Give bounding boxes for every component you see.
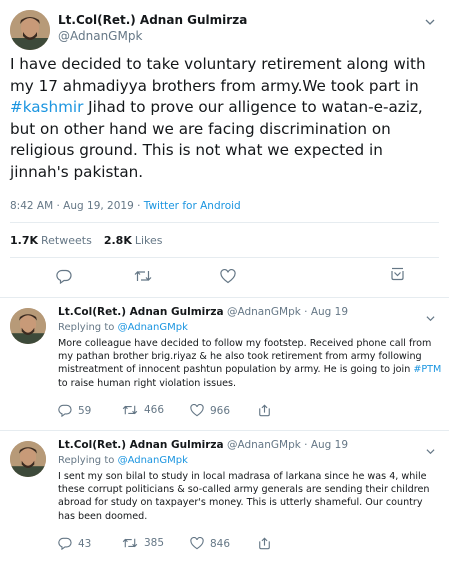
likes-label: Likes	[134, 234, 163, 247]
timestamp[interactable]: 8:42 AM · Aug 19, 2019 ·	[10, 200, 144, 212]
main-tweet: Lt.Col(Ret.) Adnan Gulmirza @AdnanGMpk I…	[0, 0, 449, 298]
hashtag-link[interactable]: #kashmir	[10, 98, 83, 116]
tweet-text-part: I have decided to take voluntary retirem…	[10, 55, 426, 95]
chevron-down-icon[interactable]	[426, 441, 435, 455]
chevron-down-icon[interactable]	[426, 308, 435, 322]
like-count: 846	[210, 537, 231, 550]
retweets-stat[interactable]: 1.7K Retweets	[10, 234, 92, 247]
reply-actions: 59 466 966	[0, 404, 449, 420]
reply-tweet[interactable]: Lt.Col(Ret.) Adnan Gulmirza @AdnanGMpk ·…	[0, 431, 449, 564]
like-button[interactable]: 846	[190, 537, 230, 550]
retweet-icon	[122, 405, 138, 415]
author-name[interactable]: Lt.Col(Ret.) Adnan Gulmirza	[58, 439, 224, 451]
tweet-actions	[0, 266, 449, 287]
avatar[interactable]	[10, 308, 46, 344]
mention-link[interactable]: @AdnanGMpk	[118, 455, 188, 466]
author-name[interactable]: Lt.Col(Ret.) Adnan Gulmirza	[58, 306, 224, 318]
retweet-button[interactable]: 385	[122, 537, 164, 549]
retweet-button[interactable]	[134, 269, 152, 283]
like-button[interactable]: 966	[190, 404, 230, 417]
reply-text-part: to raise human right violation issues.	[58, 377, 237, 389]
share-button[interactable]	[258, 404, 271, 417]
share-button[interactable]	[390, 266, 405, 281]
share-icon	[259, 404, 270, 417]
tweet-meta: 8:42 AM · Aug 19, 2019 · Twitter for And…	[10, 200, 241, 212]
tweet-text: I have decided to take voluntary retirem…	[10, 54, 442, 183]
replying-to: Replying to @AdnanGMpk	[58, 455, 188, 466]
heart-icon	[220, 269, 236, 284]
reply-text: I sent my son bilal to study in local ma…	[58, 471, 430, 522]
mention-link[interactable]: @AdnanGMpk	[118, 322, 188, 333]
reply-header: Lt.Col(Ret.) Adnan Gulmirza @AdnanGMpk ·…	[58, 306, 348, 318]
author-handle-date[interactable]: @AdnanGMpk · Aug 19	[227, 439, 348, 451]
reply-button[interactable]: 43	[58, 537, 91, 550]
like-count: 966	[210, 404, 231, 417]
heart-icon	[190, 404, 204, 417]
reply-icon	[58, 537, 72, 550]
reply-header: Lt.Col(Ret.) Adnan Gulmirza @AdnanGMpk ·…	[58, 439, 348, 451]
divider	[10, 222, 439, 223]
reply-tweet[interactable]: Lt.Col(Ret.) Adnan Gulmirza @AdnanGMpk ·…	[0, 298, 449, 431]
retweet-icon	[134, 271, 152, 281]
avatar[interactable]	[10, 441, 46, 477]
replying-label: Replying to	[58, 322, 118, 333]
likes-count: 2.8K	[103, 234, 132, 247]
retweet-count: 385	[144, 537, 165, 549]
replying-to: Replying to @AdnanGMpk	[58, 322, 188, 333]
likes-stat[interactable]: 2.8K Likes	[104, 234, 163, 247]
retweet-count: 466	[144, 404, 165, 416]
source-link[interactable]: Twitter for Android	[144, 200, 241, 212]
author-handle-date[interactable]: @AdnanGMpk · Aug 19	[227, 306, 348, 318]
reply-icon	[58, 404, 72, 417]
hashtag-link[interactable]: #PTM	[413, 364, 441, 375]
reply-text: More colleague have decided to follow my…	[58, 337, 442, 390]
reply-count: 59	[78, 404, 92, 417]
reply-button[interactable]	[56, 269, 72, 284]
replying-label: Replying to	[58, 455, 118, 466]
author-handle[interactable]: @AdnanGMpk	[58, 29, 142, 43]
reply-button[interactable]: 59	[58, 404, 91, 417]
author-name[interactable]: Lt.Col(Ret.) Adnan Gulmirza	[58, 13, 247, 27]
share-icon	[259, 537, 270, 550]
reply-count: 43	[78, 537, 92, 550]
divider	[10, 257, 439, 258]
retweets-count: 1.7K	[10, 234, 39, 247]
retweet-button[interactable]: 466	[122, 404, 164, 416]
reply-icon	[56, 269, 72, 284]
reply-actions: 43 385 846	[0, 537, 449, 553]
avatar[interactable]	[10, 10, 50, 50]
share-button[interactable]	[258, 537, 271, 550]
like-button[interactable]	[220, 269, 236, 284]
retweets-label: Retweets	[41, 234, 92, 247]
chevron-down-icon[interactable]	[425, 12, 435, 25]
reply-text-part: More colleague have decided to follow my…	[58, 338, 432, 376]
share-icon	[391, 267, 404, 281]
heart-icon	[190, 537, 204, 550]
engagement-stats: 1.7K Retweets 2.8K Likes	[10, 234, 163, 247]
retweet-icon	[122, 538, 138, 548]
